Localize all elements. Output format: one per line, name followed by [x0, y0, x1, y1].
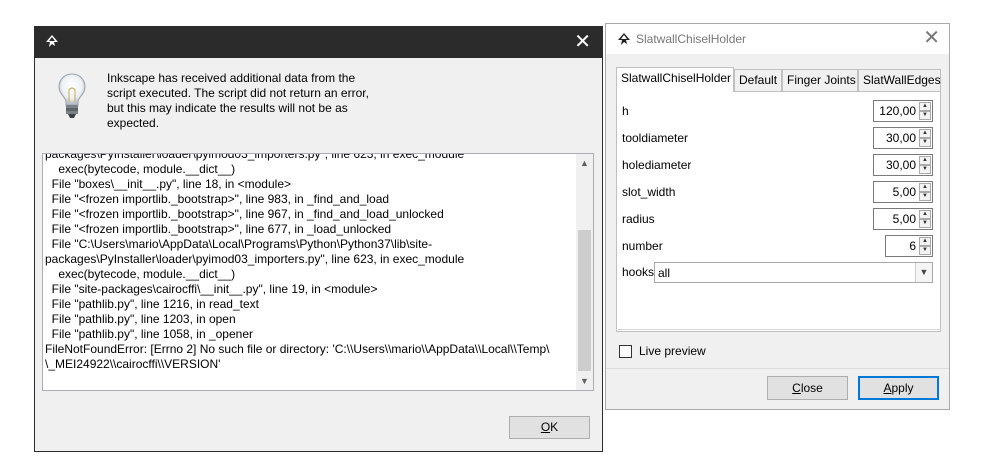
- increment-icon[interactable]: ▲: [919, 237, 931, 246]
- divider: [606, 368, 949, 369]
- scrollbar-thumb[interactable]: [578, 230, 591, 371]
- divider: [616, 329, 941, 330]
- h-spinbox[interactable]: 120,00 ▲ ▼: [873, 100, 933, 122]
- traceback-line: packages\PyInstaller\loader\pyimod03_imp…: [45, 252, 465, 266]
- scroll-down-icon[interactable]: ▼: [580, 376, 589, 386]
- traceback-line: File "site-packages\cairocffi\__init__.p…: [45, 282, 378, 296]
- traceback-line: File "boxes\__init__.py", line 18, in <m…: [45, 177, 291, 191]
- decrement-icon[interactable]: ▼: [919, 192, 931, 201]
- increment-icon[interactable]: ▲: [919, 102, 931, 111]
- close-icon[interactable]: ✕: [574, 31, 591, 53]
- spinbox-value: 5,00: [892, 185, 916, 199]
- traceback-line: File "<frozen importlib._bootstrap>", li…: [45, 207, 444, 221]
- param-label-hooks: hooks: [622, 265, 655, 279]
- tab-slatwallchiselholder[interactable]: SlatwallChiselHolder: [616, 67, 734, 92]
- checkbox-box[interactable]: [619, 345, 632, 358]
- spinbox-value: 5,00: [892, 212, 916, 226]
- close-label: lose: [800, 381, 823, 395]
- chevron-down-icon[interactable]: ▼: [915, 263, 932, 282]
- param-label-number: number: [622, 239, 663, 253]
- param-label-tooldiameter: tooldiameter: [622, 131, 689, 145]
- traceback-line: exec(bytecode, module.__dict__): [45, 162, 236, 176]
- traceback-line: File "pathlib.py", line 1203, in open: [45, 312, 236, 326]
- decrement-icon[interactable]: ▼: [919, 111, 931, 120]
- spinbox-value: 30,00: [885, 131, 916, 145]
- increment-icon[interactable]: ▲: [919, 156, 931, 165]
- apply-mnemonic: A: [883, 381, 892, 395]
- param-label-slot-width: slot_width: [622, 185, 676, 199]
- traceback-textarea[interactable]: packages\PyInstaller\loader\pyimod03_imp…: [42, 153, 594, 391]
- error-dialog: ✕ Inkscape has received additional data …: [34, 26, 603, 452]
- tooldiameter-spinbox[interactable]: 30,00 ▲ ▼: [873, 127, 933, 149]
- select-value: all: [658, 266, 671, 280]
- param-label-holediameter: holediameter: [622, 158, 692, 172]
- traceback-line: File "<frozen importlib._bootstrap>", li…: [45, 192, 390, 206]
- apply-button[interactable]: Apply: [858, 376, 939, 400]
- inkscape-icon: [616, 32, 632, 51]
- holediameter-spinbox[interactable]: 30,00 ▲ ▼: [873, 154, 933, 176]
- increment-icon[interactable]: ▲: [919, 210, 931, 219]
- slot-width-spinbox[interactable]: 5,00 ▲ ▼: [873, 181, 933, 203]
- close-icon[interactable]: ✕: [923, 27, 940, 49]
- live-preview-label: Live preview: [639, 344, 706, 358]
- tab-panel: h 120,00 ▲ ▼ tooldiameter 30,00 ▲ ▼ holedi…: [616, 91, 941, 332]
- number-spinbox[interactable]: 6 ▲ ▼: [885, 235, 933, 257]
- traceback-line: File "<frozen importlib._bootstrap>", li…: [45, 222, 392, 236]
- traceback-line: \_MEI24922\\cairocffi\\VERSION': [45, 357, 221, 371]
- extension-dialog: SlatwallChiselHolder ✕ SlatwallChiselHol…: [605, 23, 950, 410]
- dialog-title: SlatwallChiselHolder: [636, 32, 747, 46]
- traceback-line: packages\PyInstaller\loader\pyimod03_imp…: [45, 153, 465, 161]
- param-label-radius: radius: [622, 212, 655, 226]
- spinbox-value: 30,00: [885, 158, 916, 172]
- traceback-line: File "pathlib.py", line 1058, in _opener: [45, 327, 253, 341]
- close-mnemonic: C: [792, 381, 801, 395]
- traceback-line: exec(bytecode, module.__dict__): [45, 267, 236, 281]
- error-dialog-titlebar: ✕: [35, 27, 602, 58]
- ok-button[interactable]: OK: [509, 416, 590, 439]
- increment-icon[interactable]: ▲: [919, 183, 931, 192]
- tab-slatwalledges[interactable]: SlatWallEdges: [858, 69, 941, 91]
- inkscape-icon: [44, 34, 60, 53]
- spinbox-value: 120,00: [879, 104, 916, 118]
- hooks-select[interactable]: all ▼: [654, 262, 933, 283]
- vertical-scrollbar[interactable]: ▲ ▼: [576, 154, 593, 390]
- scroll-up-icon[interactable]: ▲: [580, 158, 589, 168]
- error-message: Inkscape has received additional data fr…: [107, 71, 369, 130]
- extension-dialog-titlebar: SlatwallChiselHolder ✕: [606, 24, 949, 54]
- decrement-icon[interactable]: ▼: [919, 165, 931, 174]
- increment-icon[interactable]: ▲: [919, 129, 931, 138]
- close-button[interactable]: Close: [767, 376, 848, 400]
- tab-default[interactable]: Default: [734, 69, 782, 91]
- ok-label: K: [550, 420, 559, 434]
- tab-finger-joints[interactable]: Finger Joints: [782, 69, 858, 91]
- traceback-text: packages\PyInstaller\loader\pyimod03_imp…: [45, 153, 577, 372]
- traceback-line: FileNotFoundError: [Errno 2] No such fil…: [45, 342, 550, 356]
- radius-spinbox[interactable]: 5,00 ▲ ▼: [873, 208, 933, 230]
- decrement-icon[interactable]: ▼: [919, 138, 931, 147]
- traceback-line: File "pathlib.py", line 1216, in read_te…: [45, 297, 259, 311]
- apply-label: pply: [891, 381, 914, 395]
- param-label-h: h: [622, 104, 629, 118]
- traceback-line: File "C:\Users\mario\AppData\Local\Progr…: [45, 237, 433, 251]
- decrement-icon[interactable]: ▼: [919, 219, 931, 228]
- lightbulb-icon: [57, 72, 87, 123]
- decrement-icon[interactable]: ▼: [919, 246, 931, 255]
- ok-mnemonic: O: [540, 420, 551, 434]
- spinbox-value: 6: [909, 239, 916, 253]
